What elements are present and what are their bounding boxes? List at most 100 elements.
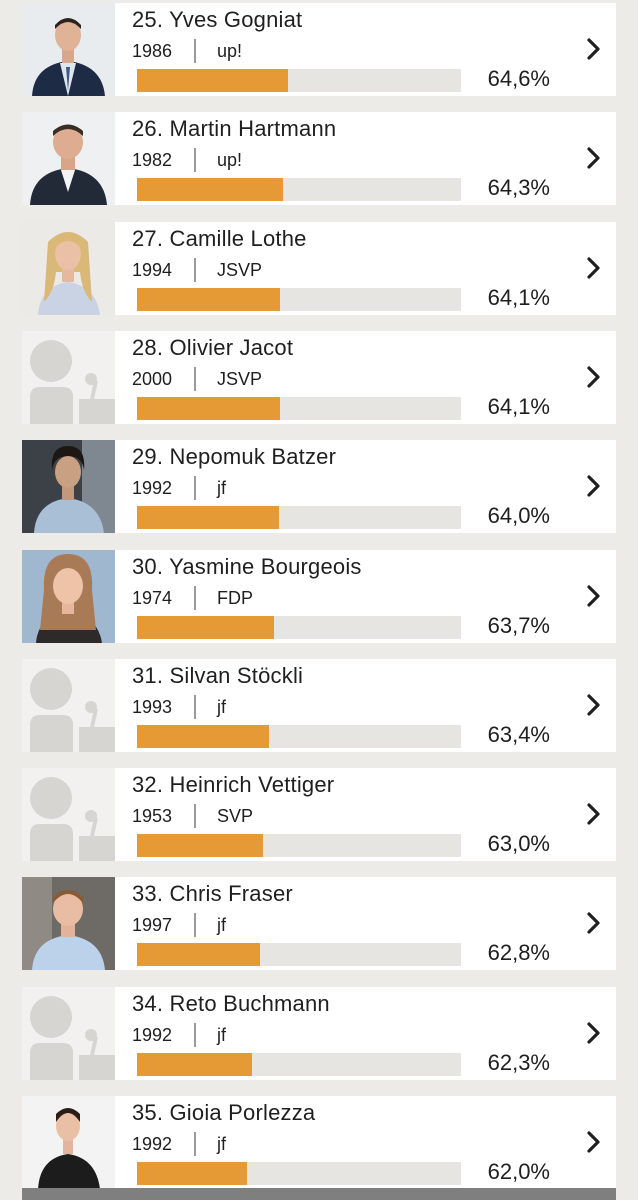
candidate-card-30[interactable]: 30. Yasmine Bourgeois 1974 FDP 63,7%: [22, 550, 616, 643]
score-percent: 63,4%: [487, 722, 550, 747]
candidate-card-28[interactable]: 28. Olivier Jacot 2000 JSVP 64,1%: [22, 331, 616, 424]
meta-divider: [194, 258, 196, 282]
chevron-right-icon[interactable]: [586, 257, 602, 279]
score-bar-track: [137, 834, 461, 857]
candidate-meta: 2000 JSVP: [132, 367, 262, 391]
candidate-name: 31. Silvan Stöckli: [132, 663, 304, 688]
candidate-meta: 1993 jf: [132, 695, 226, 719]
candidate-meta: 1994 JSVP: [132, 258, 262, 282]
score-bar-fill: [137, 725, 269, 748]
score-bar-track: [137, 178, 461, 201]
birth-year: 1982: [132, 149, 173, 170]
chevron-right-icon[interactable]: [586, 475, 602, 497]
party-name: jf: [217, 1024, 226, 1045]
male-suit-blue-tie-photo: [22, 3, 115, 96]
candidate-name: 33. Chris Fraser: [132, 881, 293, 906]
candidate-name: 28. Olivier Jacot: [132, 335, 294, 360]
candidate-meta: 1974 FDP: [132, 586, 253, 610]
meta-divider: [194, 1023, 196, 1047]
candidate-name: 34. Reto Buchmann: [132, 991, 330, 1016]
score-bar-fill: [137, 506, 279, 529]
candidate-card-29[interactable]: 29. Nepomuk Batzer 1992 jf 64,0%: [22, 440, 616, 533]
candidate-card-35[interactable]: 35. Gioia Porlezza 1992 jf 62,0%: [22, 1096, 616, 1189]
candidate-card-26[interactable]: 26. Martin Hartmann 1982 up! 64,3%: [22, 112, 616, 205]
chevron-right-icon[interactable]: [586, 147, 602, 169]
score-bar-track: [137, 69, 461, 92]
score-bar-track: [137, 1053, 461, 1076]
chevron-right-icon[interactable]: [586, 366, 602, 388]
candidate-card-31[interactable]: 31. Silvan Stöckli 1993 jf 63,4%: [22, 659, 616, 752]
score-bar-fill: [137, 943, 260, 966]
score-percent: 62,8%: [487, 940, 550, 965]
score-bar-fill: [137, 1162, 247, 1185]
chevron-right-icon[interactable]: [586, 803, 602, 825]
candidate-name: 29. Nepomuk Batzer: [132, 444, 337, 469]
female-blonde-photo: [22, 222, 115, 315]
male-suit-photo: [22, 112, 115, 205]
candidate-name: 27. Camille Lothe: [132, 226, 307, 251]
chevron-right-icon[interactable]: [586, 912, 602, 934]
score-bar-track: [137, 506, 461, 529]
female-dark-top-photo: [22, 1096, 115, 1189]
chevron-right-icon[interactable]: [586, 1022, 602, 1044]
male-light-shirt-photo: [22, 877, 115, 970]
meta-divider: [194, 39, 196, 63]
party-name: jf: [217, 1133, 226, 1154]
candidate-name: 35. Gioia Porlezza: [132, 1100, 316, 1125]
score-bar-fill: [137, 288, 280, 311]
candidate-card-32[interactable]: 32. Heinrich Vettiger 1953 SVP 63,0%: [22, 768, 616, 861]
meta-divider: [194, 913, 196, 937]
candidate-meta: 1982 up!: [132, 148, 242, 172]
candidate-card-25[interactable]: 25. Yves Gogniat 1986 up! 64,6%: [22, 3, 616, 96]
party-name: JSVP: [217, 259, 263, 280]
score-bar-track: [137, 397, 461, 420]
birth-year: 2000: [132, 368, 173, 389]
placeholder-person-icon: [22, 768, 115, 861]
male-curly-hair-photo: [22, 440, 115, 533]
chevron-right-icon[interactable]: [586, 1131, 602, 1153]
score-percent: 63,0%: [487, 831, 550, 856]
chevron-right-icon[interactable]: [586, 694, 602, 716]
placeholder-person-icon: [22, 987, 115, 1080]
placeholder-person-icon: [22, 331, 115, 424]
party-name: up!: [217, 149, 243, 170]
score-bar-fill: [137, 1053, 252, 1076]
birth-year: 1994: [132, 259, 173, 280]
score-percent: 64,6%: [487, 66, 550, 91]
meta-divider: [194, 148, 196, 172]
candidate-card-33[interactable]: 33. Chris Fraser 1997 jf 62,8%: [22, 877, 616, 970]
score-percent: 63,7%: [487, 613, 550, 638]
birth-year: 1986: [132, 40, 173, 61]
party-name: JSVP: [217, 368, 263, 389]
party-name: FDP: [217, 587, 253, 608]
party-name: up!: [217, 40, 243, 61]
score-bar-track: [137, 725, 461, 748]
score-bar-fill: [137, 616, 274, 639]
birth-year: 1992: [132, 1133, 173, 1154]
score-bar-track: [137, 616, 461, 639]
birth-year: 1992: [132, 1024, 173, 1045]
score-bar-fill: [137, 69, 288, 92]
score-percent: 64,1%: [487, 394, 550, 419]
meta-divider: [194, 1132, 196, 1156]
score-bar-fill: [137, 834, 263, 857]
birth-year: 1997: [132, 914, 173, 935]
chevron-right-icon[interactable]: [586, 585, 602, 607]
candidate-meta: 1997 jf: [132, 913, 226, 937]
meta-divider: [194, 367, 196, 391]
score-bar-track: [137, 943, 461, 966]
birth-year: 1993: [132, 696, 173, 717]
chevron-right-icon[interactable]: [586, 38, 602, 60]
candidate-meta: 1986 up!: [132, 39, 242, 63]
score-percent: 64,0%: [487, 503, 550, 528]
score-bar-fill: [137, 178, 283, 201]
party-name: jf: [217, 477, 226, 498]
candidate-card-34[interactable]: 34. Reto Buchmann 1992 jf 62,3%: [22, 987, 616, 1080]
candidate-name: 26. Martin Hartmann: [132, 116, 337, 141]
party-name: SVP: [217, 805, 254, 826]
placeholder-person-icon: [22, 659, 115, 752]
candidate-card-27[interactable]: 27. Camille Lothe 1994 JSVP 64,1%: [22, 222, 616, 315]
score-bar-fill: [137, 397, 280, 420]
meta-divider: [194, 695, 196, 719]
meta-divider: [194, 476, 196, 500]
